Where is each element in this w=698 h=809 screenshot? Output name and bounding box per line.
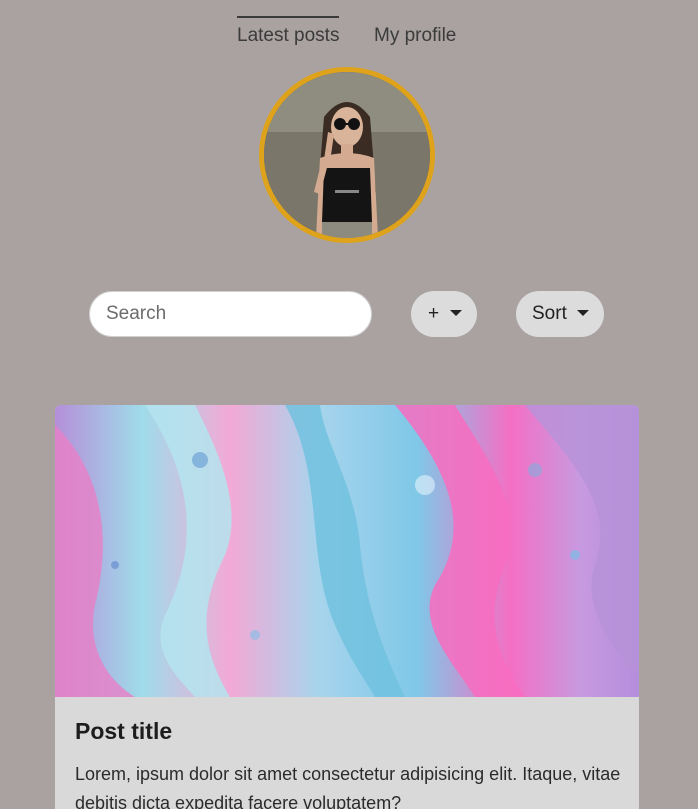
tab-latest-posts[interactable]: Latest posts	[237, 16, 339, 52]
post-title: Post title	[75, 718, 173, 744]
caret-down-icon	[450, 310, 462, 316]
post-card[interactable]: Post title Lorem, ipsum dolor sit amet c…	[55, 405, 639, 809]
search-input[interactable]	[89, 291, 372, 337]
page: Latest posts My profile Search + Sort Po…	[0, 0, 698, 809]
add-button-label: +	[428, 303, 440, 324]
profile-photo-icon	[264, 72, 430, 238]
caret-down-icon	[577, 310, 589, 316]
avatar	[259, 67, 435, 243]
post-body: Lorem, ipsum dolor sit amet consectetur …	[75, 764, 621, 809]
sort-dropdown-button[interactable]: Sort	[516, 291, 604, 337]
post-cover-image	[55, 405, 639, 697]
tab-my-profile[interactable]: My profile	[374, 18, 456, 52]
sort-button-label: Sort	[532, 303, 567, 324]
add-dropdown-button[interactable]: +	[411, 291, 477, 337]
nav-tabs: Latest posts My profile	[0, 16, 698, 50]
